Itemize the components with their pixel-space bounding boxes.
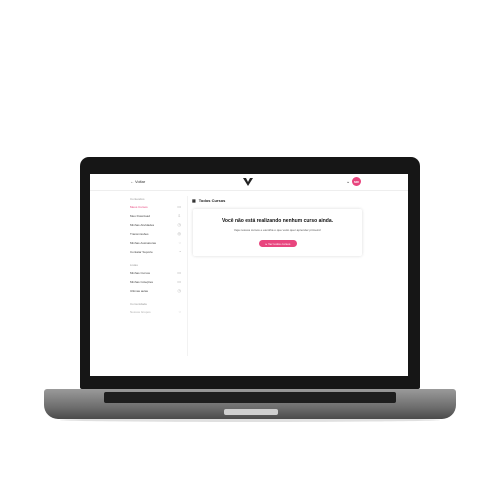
view-all-courses-label: Ver todos cursos — [268, 241, 291, 246]
collection-icon: ▭ — [177, 279, 181, 284]
sidebar-item-label: Ultimas aulas — [130, 288, 149, 293]
arrow-left-icon: ← — [130, 179, 134, 184]
sidebar-item-label: Nossos Grupos — [130, 309, 151, 314]
logo — [243, 178, 253, 186]
sidebar-item-activities[interactable]: Minhas Atividades ◷ — [130, 220, 182, 229]
page-title-text: Todos Cursos — [198, 198, 226, 203]
sidebar-item-label: Contatar Suporte — [130, 249, 153, 254]
download-icon: ⇩ — [177, 213, 181, 218]
sidebar-item-label: Minhas Coleções — [130, 279, 154, 284]
keyboard — [104, 392, 396, 403]
screen: ← Voltar ⌄ MR Conteúdos Meus Cursos ▭ Me… — [90, 174, 408, 376]
play-icon: ▸ — [265, 241, 268, 246]
back-label: Voltar — [135, 179, 146, 184]
sidebar-item-label: Minhas Assinaturas — [130, 240, 157, 245]
grid-icon: ▦ — [192, 198, 196, 203]
sidebar-item-label: Meus Cursos — [130, 204, 148, 209]
sidebar-divider — [187, 196, 188, 356]
back-button[interactable]: ← Voltar — [130, 179, 145, 184]
sidebar-item-label: Transmissões — [130, 231, 149, 236]
empty-state-subtitle: Veja nossos cursos e escolha o que você … — [233, 228, 322, 232]
clock-icon: ◷ — [177, 288, 182, 293]
sidebar-item-last-lessons[interactable]: Ultimas aulas ◷ — [130, 286, 182, 295]
group-icon: ◌ — [178, 309, 181, 314]
sidebar: Conteúdos Meus Cursos ▭ Meu Download ⇩ M… — [130, 196, 182, 316]
view-all-courses-button[interactable]: ▸ Ver todos cursos — [259, 240, 297, 247]
broadcast-icon: ◎ — [177, 231, 182, 236]
book-icon: ▭ — [177, 204, 181, 209]
sidebar-item-label: Minhas Atividades — [130, 222, 155, 227]
page-title: ▦ Todos Cursos — [192, 198, 225, 203]
trackpad — [224, 409, 278, 415]
sidebar-item-my-courses[interactable]: Meus Cursos ▭ — [130, 202, 182, 211]
subscription-icon: ◌ — [178, 240, 181, 245]
laptop-mockup: ← Voltar ⌄ MR Conteúdos Meus Cursos ▭ Me… — [0, 0, 500, 500]
sidebar-item-collections[interactable]: Minhas Coleções ▭ — [130, 277, 182, 286]
sidebar-item-subscriptions[interactable]: Minhas Assinaturas ◌ — [130, 238, 182, 247]
empty-state-title: Você não está realizando nenhum curso ai… — [221, 218, 334, 224]
top-bar: ← Voltar ⌄ MR — [90, 174, 408, 191]
sidebar-item-downloads[interactable]: Meu Download ⇩ — [130, 211, 182, 220]
support-icon: ◔ — [178, 249, 181, 254]
sidebar-item-support[interactable]: Contatar Suporte ◔ — [130, 247, 182, 256]
avatar[interactable]: MR — [352, 177, 361, 186]
sidebar-item-my-lists[interactable]: Minhas Cursos ▭ — [130, 268, 182, 277]
chevron-down-icon[interactable]: ⌄ — [346, 179, 350, 185]
activity-icon: ◷ — [177, 222, 182, 227]
empty-state-card: Você não está realizando nenhum curso ai… — [193, 209, 362, 256]
sidebar-item-label: Meu Download — [130, 213, 151, 218]
sidebar-item-groups[interactable]: Nossos Grupos ◌ — [130, 307, 182, 316]
sidebar-item-label: Minhas Cursos — [130, 270, 151, 275]
sidebar-item-broadcasts[interactable]: Transmissões ◎ — [130, 229, 182, 238]
list-icon: ▭ — [177, 270, 181, 275]
